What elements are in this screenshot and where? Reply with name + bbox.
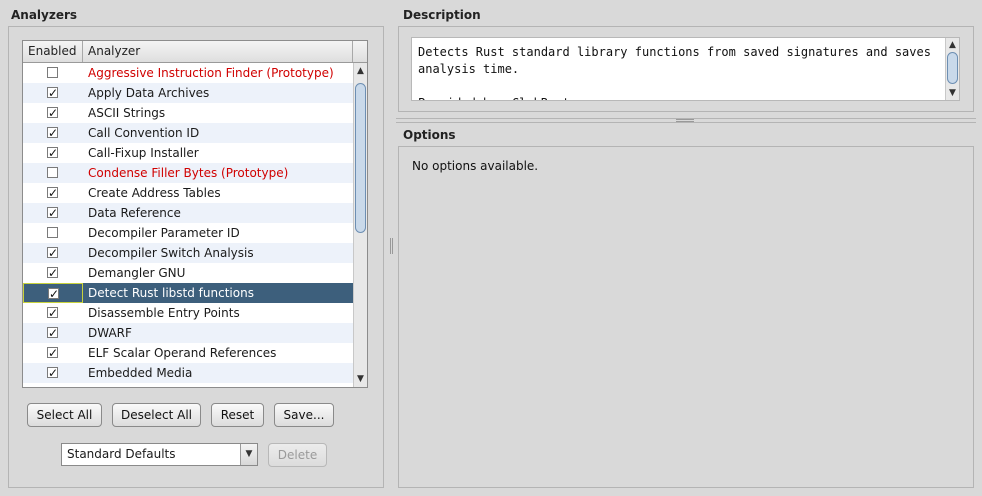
enabled-checkbox[interactable] xyxy=(47,203,58,223)
enabled-checkbox[interactable] xyxy=(47,263,58,283)
analyzer-name: Disassemble Entry Points xyxy=(88,306,240,320)
splitter-grip-icon[interactable] xyxy=(390,238,393,254)
enabled-checkbox[interactable] xyxy=(47,83,58,103)
enabled-cell[interactable] xyxy=(23,223,83,243)
table-vertical-scrollbar[interactable]: ▲ ▼ xyxy=(353,63,367,387)
enabled-checkbox[interactable] xyxy=(47,227,58,238)
options-panel-title: Options xyxy=(403,128,456,142)
table-row[interactable]: Embedded Media xyxy=(23,363,353,383)
enabled-checkbox[interactable] xyxy=(47,323,58,343)
scroll-up-arrow-icon[interactable]: ▲ xyxy=(354,65,367,77)
analyzers-table[interactable]: Enabled Analyzer Aggressive Instruction … xyxy=(22,40,368,388)
scrollbar-thumb[interactable] xyxy=(947,52,958,84)
column-header-analyzer[interactable]: Analyzer xyxy=(83,41,353,62)
enabled-cell[interactable] xyxy=(23,143,83,163)
description-panel-title: Description xyxy=(403,8,481,22)
analyzer-name: Apply Data Archives xyxy=(88,86,210,100)
table-row[interactable]: Call-Fixup Installer xyxy=(23,143,353,163)
table-row[interactable]: ASCII Strings xyxy=(23,103,353,123)
scrollbar-thumb[interactable] xyxy=(355,83,366,233)
deselect-all-button[interactable]: Deselect All xyxy=(112,403,201,427)
delete-button[interactable]: Delete xyxy=(268,443,327,467)
table-row[interactable]: Decompiler Switch Analysis xyxy=(23,243,353,263)
enabled-cell[interactable] xyxy=(23,263,83,283)
table-row[interactable]: ELF Scalar Operand References xyxy=(23,343,353,363)
enabled-cell[interactable] xyxy=(23,303,83,323)
analyzer-name: Embedded Media xyxy=(88,366,193,380)
table-row[interactable]: Demangler GNU xyxy=(23,263,353,283)
analyzer-name: DWARF xyxy=(88,326,132,340)
enabled-checkbox[interactable] xyxy=(48,284,59,304)
analyzer-name: Decompiler Switch Analysis xyxy=(88,246,254,260)
enabled-cell[interactable] xyxy=(23,183,83,203)
table-row[interactable]: DWARF xyxy=(23,323,353,343)
table-row[interactable]: Aggressive Instruction Finder (Prototype… xyxy=(23,63,353,83)
select-all-button[interactable]: Select All xyxy=(27,403,102,427)
enabled-cell[interactable] xyxy=(23,123,83,143)
enabled-cell[interactable] xyxy=(23,343,83,363)
enabled-cell[interactable] xyxy=(23,163,83,183)
splitter-line xyxy=(396,122,976,123)
splitter-grip-icon[interactable] xyxy=(676,119,694,122)
analyzer-name: ASCII Strings xyxy=(88,106,166,120)
table-row[interactable]: Decompiler Parameter ID xyxy=(23,223,353,243)
analyzer-name: Decompiler Parameter ID xyxy=(88,226,240,240)
table-row[interactable]: Condense Filler Bytes (Prototype) xyxy=(23,163,353,183)
scroll-down-arrow-icon[interactable]: ▼ xyxy=(946,88,959,98)
table-row[interactable]: Apply Data Archives xyxy=(23,83,353,103)
enabled-cell[interactable] xyxy=(23,243,83,263)
table-row[interactable]: Data Reference xyxy=(23,203,353,223)
enabled-checkbox[interactable] xyxy=(47,103,58,123)
table-row[interactable]: Detect Rust libstd functions xyxy=(23,283,353,304)
options-group-box xyxy=(398,146,974,488)
description-text-area[interactable]: Detects Rust standard library functions … xyxy=(411,37,960,101)
analyzer-name: Call Convention ID xyxy=(88,126,200,140)
column-header-enabled[interactable]: Enabled xyxy=(23,41,83,62)
enabled-checkbox[interactable] xyxy=(47,303,58,323)
horizontal-splitter[interactable] xyxy=(396,116,976,124)
table-header: Enabled Analyzer xyxy=(23,41,367,63)
enabled-cell[interactable] xyxy=(23,83,83,103)
table-row[interactable]: Call Convention ID xyxy=(23,123,353,143)
analyzer-name: Call-Fixup Installer xyxy=(88,146,199,160)
reset-button[interactable]: Reset xyxy=(211,403,264,427)
enabled-cell[interactable] xyxy=(23,323,83,343)
enabled-checkbox[interactable] xyxy=(47,167,58,178)
description-text: Detects Rust standard library functions … xyxy=(418,45,931,100)
options-message: No options available. xyxy=(412,159,539,173)
chevron-down-icon[interactable]: ▼ xyxy=(240,444,257,465)
analyzers-panel-title: Analyzers xyxy=(11,8,78,22)
analyzer-rows: Aggressive Instruction Finder (Prototype… xyxy=(23,63,353,387)
scroll-up-arrow-icon[interactable]: ▲ xyxy=(946,40,959,50)
enabled-checkbox[interactable] xyxy=(47,143,58,163)
enabled-cell[interactable] xyxy=(23,63,83,83)
table-row[interactable]: Disassemble Entry Points xyxy=(23,303,353,323)
scroll-down-arrow-icon[interactable]: ▼ xyxy=(354,373,367,385)
enabled-cell[interactable] xyxy=(23,203,83,223)
enabled-checkbox[interactable] xyxy=(47,183,58,203)
analyzer-name: Aggressive Instruction Finder (Prototype… xyxy=(88,66,334,80)
enabled-checkbox[interactable] xyxy=(47,243,58,263)
save-button[interactable]: Save... xyxy=(274,403,334,427)
analyzer-name: Condense Filler Bytes (Prototype) xyxy=(88,166,289,180)
analyzer-name: Detect Rust libstd functions xyxy=(88,286,254,300)
enabled-cell[interactable] xyxy=(23,283,83,304)
description-scrollbar[interactable]: ▲ ▼ xyxy=(945,38,959,100)
analyzer-name: Create Address Tables xyxy=(88,186,221,200)
enabled-cell[interactable] xyxy=(23,363,83,383)
enabled-checkbox[interactable] xyxy=(47,343,58,363)
enabled-checkbox[interactable] xyxy=(47,363,58,383)
profile-combobox[interactable]: Standard Defaults ▼ xyxy=(61,443,258,466)
analyzer-name: ELF Scalar Operand References xyxy=(88,346,277,360)
analyzer-name: Data Reference xyxy=(88,206,181,220)
enabled-checkbox[interactable] xyxy=(47,67,58,78)
vertical-splitter[interactable] xyxy=(388,0,396,496)
enabled-checkbox[interactable] xyxy=(47,123,58,143)
table-row[interactable]: Create Address Tables xyxy=(23,183,353,203)
profile-combobox-value: Standard Defaults xyxy=(67,447,176,461)
enabled-cell[interactable] xyxy=(23,103,83,123)
analyzer-name: Demangler GNU xyxy=(88,266,186,280)
